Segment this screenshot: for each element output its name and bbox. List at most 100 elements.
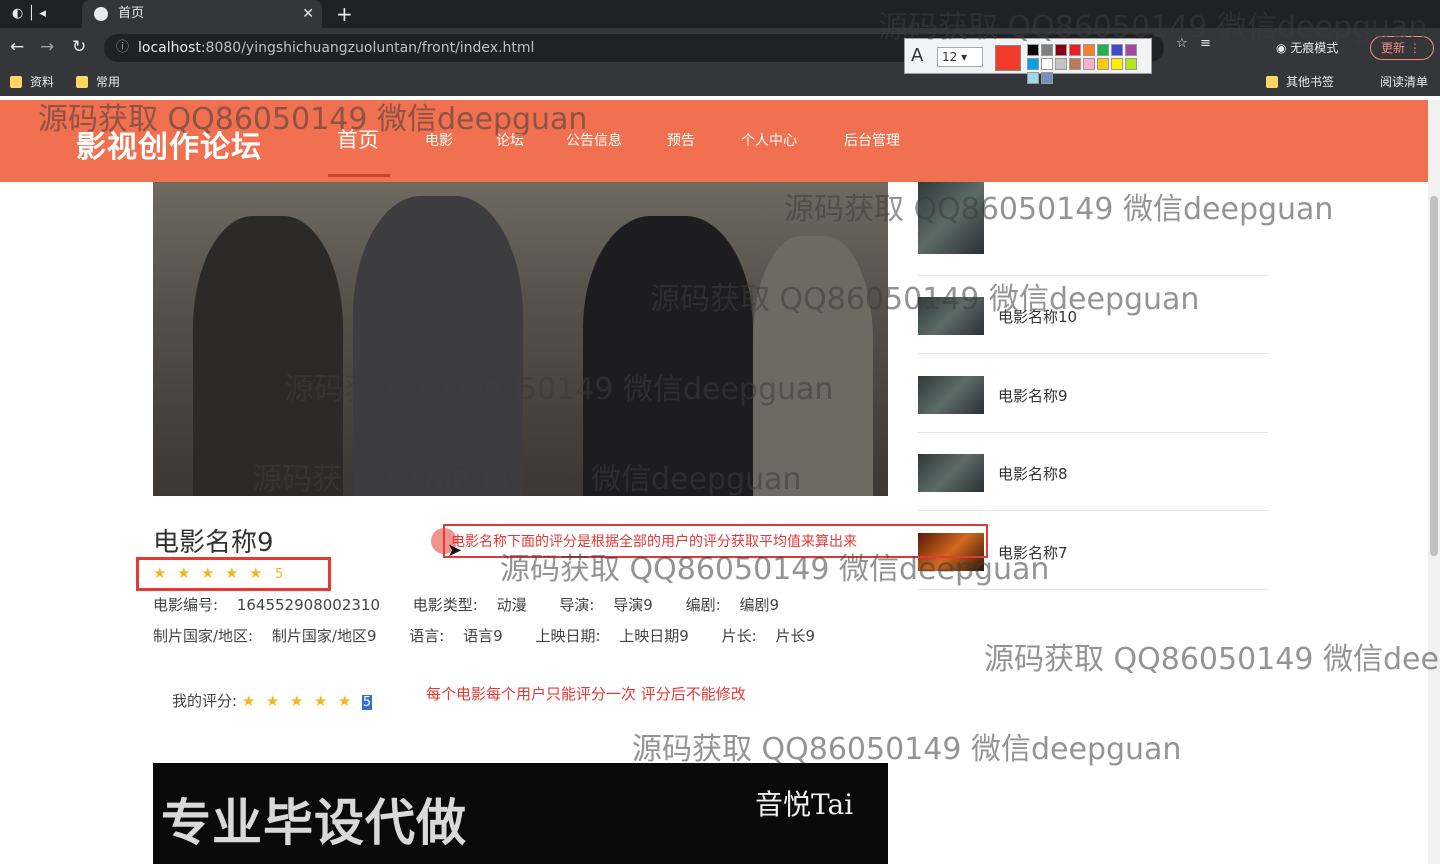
nav-trailers[interactable]: 预告 [667, 130, 695, 150]
folder-icon [1266, 76, 1278, 88]
movie-info-line-2: 制片国家/地区: 制片国家/地区9 语言: 语言9 上映日期: 上映日期9 片长… [153, 625, 843, 646]
new-tab-button[interactable]: + [336, 2, 353, 26]
incognito-label: 无痕模式 [1290, 41, 1339, 55]
star-icon: ★ [225, 564, 239, 582]
id-value: 164552908002310 [236, 596, 380, 614]
color-swatch[interactable] [1055, 44, 1067, 56]
mouse-cursor-icon: ➤ [447, 540, 463, 561]
color-swatch[interactable] [1041, 58, 1053, 70]
side-movie-name[interactable]: 电影名称10 [998, 306, 1077, 327]
side-movie-name[interactable]: 电影名称7 [998, 542, 1068, 563]
star-icon[interactable]: ★ [290, 692, 310, 710]
color-swatch[interactable] [1027, 44, 1039, 56]
bookmark-folder-other[interactable]: 其他书签 [1266, 74, 1334, 90]
my-rating: 我的评分: ★ ★ ★ ★ ★ 5 [172, 690, 373, 711]
star-icon[interactable]: ★ [242, 692, 262, 710]
side-movie-item[interactable]: 电影名称8 [918, 433, 1268, 511]
bookmark-label: 资料 [30, 75, 55, 89]
color-swatch[interactable] [1111, 44, 1123, 56]
browser-tab[interactable]: 首页 ✕ [82, 0, 322, 28]
nav-forum[interactable]: 论坛 [496, 130, 524, 150]
director-value: 导演9 [613, 596, 653, 614]
folder-icon [10, 76, 22, 88]
movie-title: 电影名称9 [153, 528, 274, 558]
color-swatch[interactable] [1097, 58, 1109, 70]
star-icon[interactable]: ★ [338, 692, 358, 710]
color-swatch[interactable] [1097, 44, 1109, 56]
url-host: localhost [138, 40, 201, 56]
update-button[interactable]: 更新 ⋮ [1370, 36, 1434, 60]
nav-personal-center[interactable]: 个人中心 [741, 130, 797, 150]
info-icon[interactable]: ⓘ [116, 34, 129, 62]
color-swatch[interactable] [1069, 44, 1081, 56]
browser-tab-strip: ◐ │ ◂ 首页 ✕ + [0, 0, 1440, 28]
color-swatch[interactable] [1041, 44, 1053, 56]
side-movie-item[interactable]: 电影名称9 [918, 355, 1268, 433]
bookmarks-bar: 资料 常用 其他书签 阅读清单 [0, 68, 1440, 96]
url-path: :8080/yingshichuangzuoluntan/front/index… [200, 40, 535, 56]
forward-icon[interactable]: → [40, 37, 54, 57]
color-swatch[interactable] [1125, 44, 1137, 56]
color-swatch[interactable] [1083, 44, 1095, 56]
star-icon: ★ [249, 564, 263, 582]
reading-list[interactable]: 阅读清单 [1360, 74, 1428, 90]
movie-thumbnail [918, 454, 984, 492]
video-player[interactable]: 专业毕设代做 音悦Tai [153, 763, 888, 864]
bookmark-folder-changyong[interactable]: 常用 [76, 74, 120, 90]
reading-list-label: 阅读清单 [1380, 75, 1429, 89]
average-rating: ★ ★ ★ ★ ★ 5 [153, 563, 283, 583]
close-icon[interactable]: ✕ [302, 0, 314, 28]
page-scrollbar[interactable] [1428, 100, 1440, 864]
scrollbar-thumb[interactable] [1430, 196, 1438, 556]
site-header: 影视创作论坛 首页 电影 论坛 公告信息 预告 个人中心 后台管理 [0, 100, 1428, 182]
window-controls[interactable]: ◐ │ ◂ [12, 6, 46, 21]
color-swatch[interactable] [1041, 72, 1053, 84]
watermark-text: 源码获取 QQ86050149 微信deepguan [632, 732, 1182, 767]
bookmark-folder-ziliao[interactable]: 资料 [10, 74, 54, 90]
back-icon[interactable]: ← [10, 37, 24, 57]
site-logo: 影视创作论坛 [76, 130, 262, 165]
side-movie-item[interactable] [918, 182, 1268, 276]
text-tool-icon[interactable]: A [911, 45, 923, 66]
font-size-select[interactable]: 12 ▾ [937, 47, 983, 67]
my-score-value: 5 [361, 695, 373, 710]
average-score: 5 [275, 567, 284, 582]
poster-figure [193, 216, 343, 496]
language-label: 语言: [409, 627, 445, 645]
video-signature: 音悦Tai [755, 788, 854, 821]
color-swatch[interactable] [1069, 58, 1081, 70]
length-value: 片长9 [775, 627, 816, 645]
color-swatch[interactable] [1055, 58, 1067, 70]
star-icon[interactable]: ★ [266, 692, 286, 710]
bookmark-label: 常用 [96, 75, 121, 89]
color-swatch[interactable] [1125, 58, 1137, 70]
annotation-note: 电影名称下面的评分是根据全部的用户的评分获取平均值来算出来 [443, 524, 988, 558]
reload-icon[interactable]: ↻ [72, 37, 86, 57]
nav-admin[interactable]: 后台管理 [844, 130, 900, 150]
color-swatch[interactable] [1111, 58, 1123, 70]
nav-home[interactable]: 首页 [337, 124, 379, 154]
address-bar-row: ← → ↻ ⓘ localhost:8080/yingshichuangzuol… [0, 28, 1440, 68]
my-rating-label: 我的评分: [172, 692, 238, 710]
folder-icon [76, 76, 88, 88]
annotation-toolbar: A 12 ▾ [904, 38, 1152, 84]
length-label: 片长: [721, 627, 757, 645]
color-swatch[interactable] [1027, 58, 1039, 70]
release-value: 上映日期9 [619, 627, 689, 645]
poster-figure [583, 216, 753, 496]
bookmark-star-icon[interactable]: ☆ ≡ [1176, 36, 1211, 51]
side-movie-name[interactable]: 电影名称8 [998, 463, 1068, 484]
globe-icon [94, 7, 108, 21]
color-swatch[interactable] [1027, 72, 1039, 84]
color-swatch[interactable] [1083, 58, 1095, 70]
side-movie-name[interactable]: 电影名称9 [998, 385, 1068, 406]
star-icon[interactable]: ★ [314, 692, 334, 710]
side-movie-item[interactable]: 电影名称10 [918, 276, 1268, 354]
current-color-swatch[interactable] [995, 45, 1021, 71]
star-icon: ★ [177, 564, 191, 582]
id-label: 电影编号: [153, 596, 219, 614]
tab-title: 首页 [118, 6, 145, 21]
incognito-indicator[interactable]: ◉ 无痕模式 [1276, 34, 1338, 62]
nav-movies[interactable]: 电影 [425, 130, 453, 150]
nav-announcements[interactable]: 公告信息 [566, 130, 622, 150]
